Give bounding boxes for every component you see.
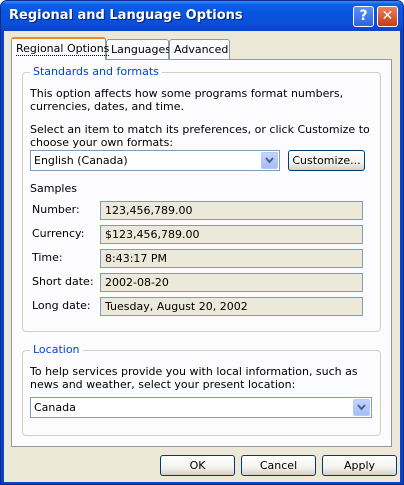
sample-label-currency: Currency: <box>32 227 85 240</box>
tab-regional-options[interactable]: Regional Options <box>11 37 110 60</box>
tab-label: Advanced <box>174 43 229 56</box>
sample-time-field: 8:43:17 PM <box>100 249 363 268</box>
apply-button[interactable]: Apply <box>322 455 397 476</box>
select-prompt: Select an item to match its preferences,… <box>30 123 370 149</box>
standards-description: This option affects how some programs fo… <box>30 87 344 113</box>
tab-panel: Standards and formats This option affect… <box>11 59 392 447</box>
location-group: Location To help services provide you wi… <box>22 343 381 436</box>
dialog-client-area: Regional Options Languages Advanced Stan… <box>4 31 400 482</box>
sample-label-short-date: Short date: <box>32 275 94 288</box>
group-title: Location <box>30 343 83 356</box>
sample-label-number: Number: <box>32 203 80 216</box>
help-button[interactable]: ? <box>353 6 374 27</box>
help-icon: ? <box>359 8 368 24</box>
location-select-value: Canada <box>34 401 76 414</box>
tab-advanced[interactable]: Advanced <box>169 39 230 59</box>
sample-value: 2002-08-20 <box>105 276 169 289</box>
sample-short-date-field: 2002-08-20 <box>100 273 363 292</box>
customize-button[interactable]: Customize... <box>288 150 365 171</box>
title-bar[interactable]: Regional and Language Options ? ✕ <box>1 1 403 31</box>
tab-label: Languages <box>111 43 172 56</box>
samples-heading: Samples <box>30 182 77 195</box>
tab-languages[interactable]: Languages <box>106 39 172 59</box>
sample-value: 123,456,789.00 <box>105 204 193 217</box>
location-select[interactable]: Canada <box>30 397 372 418</box>
cancel-button[interactable]: Cancel <box>241 455 316 476</box>
chevron-down-icon[interactable] <box>261 152 278 169</box>
tab-label: Regional Options <box>16 42 110 56</box>
dialog-window: Regional and Language Options ? ✕ Region… <box>0 0 404 485</box>
sample-currency-field: $123,456,789.00 <box>100 225 363 244</box>
window-title: Regional and Language Options <box>9 8 243 23</box>
chevron-down-icon[interactable] <box>353 399 370 416</box>
close-icon: ✕ <box>381 8 394 24</box>
standards-and-formats-group: Standards and formats This option affect… <box>22 65 381 332</box>
sample-value: Tuesday, August 20, 2002 <box>105 300 248 313</box>
sample-number-field: 123,456,789.00 <box>100 201 363 220</box>
sample-long-date-field: Tuesday, August 20, 2002 <box>100 297 363 316</box>
locale-select[interactable]: English (Canada) <box>30 150 280 171</box>
close-button[interactable]: ✕ <box>377 6 398 27</box>
group-title: Standards and formats <box>30 65 162 78</box>
locale-select-value: English (Canada) <box>34 154 128 167</box>
sample-label-long-date: Long date: <box>32 299 91 312</box>
location-description: To help services provide you with local … <box>30 365 358 391</box>
sample-label-time: Time: <box>32 251 63 264</box>
sample-value: 8:43:17 PM <box>105 252 168 265</box>
sample-value: $123,456,789.00 <box>105 228 200 241</box>
ok-button[interactable]: OK <box>160 455 235 476</box>
